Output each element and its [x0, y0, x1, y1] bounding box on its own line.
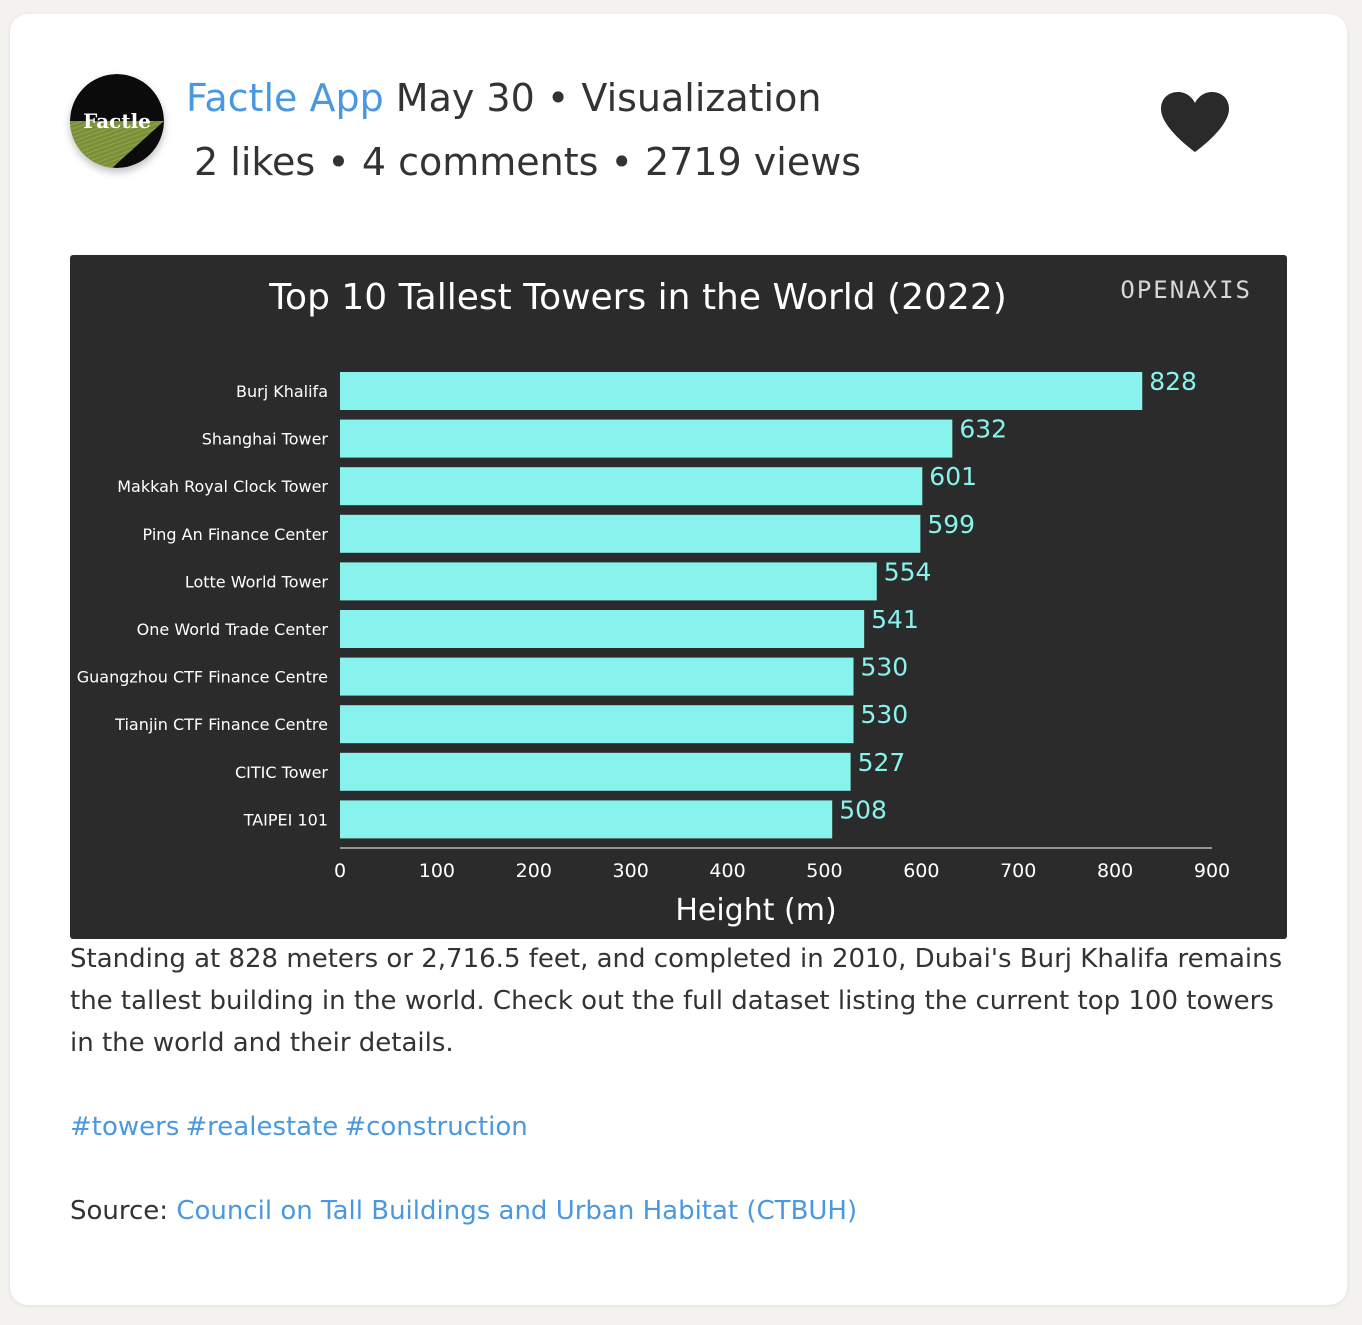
bar — [340, 610, 865, 648]
x-tick-label: 400 — [709, 860, 745, 882]
comments-count[interactable]: 4 comments — [362, 140, 599, 184]
category-label: CITIC Tower — [235, 763, 328, 782]
category-label: TAIPEI 101 — [243, 810, 328, 829]
bar — [340, 657, 854, 696]
hashtag-realestate[interactable]: #realestate — [185, 1112, 338, 1142]
source-line: Source: Council on Tall Buildings and Ur… — [70, 1190, 857, 1232]
factle-logo: Factle — [70, 74, 164, 168]
hashtag-list: #towers #realestate #construction — [70, 1106, 534, 1148]
separator: • — [610, 140, 633, 184]
data-label: 530 — [861, 653, 909, 682]
category-label: One World Trade Center — [137, 620, 329, 639]
avatar-logo-text: Factle — [83, 109, 151, 133]
x-tick-label: 500 — [806, 860, 842, 882]
source-link[interactable]: Council on Tall Buildings and Urban Habi… — [176, 1196, 857, 1226]
author-link[interactable]: Factle App — [186, 76, 384, 120]
category-label: Lotte World Tower — [185, 572, 329, 591]
hashtag-towers[interactable]: #towers — [70, 1112, 179, 1142]
x-tick-label: 600 — [903, 860, 939, 882]
separator: • — [327, 140, 350, 184]
chart-container: Top 10 Tallest Towers in the World (2022… — [70, 255, 1287, 939]
x-axis-label: Height (m) — [675, 893, 836, 928]
data-label: 527 — [858, 748, 906, 777]
x-tick-label: 900 — [1194, 860, 1230, 882]
heart-icon — [1161, 92, 1229, 152]
bar — [340, 467, 923, 506]
post-date: May 30 — [395, 76, 535, 120]
source-label: Source: — [70, 1196, 169, 1226]
category-label: Shanghai Tower — [202, 430, 329, 449]
category-label: Burj Khalifa — [236, 382, 328, 401]
category-label: Makkah Royal Clock Tower — [117, 477, 328, 496]
bar-chart: Top 10 Tallest Towers in the World (2022… — [77, 276, 1252, 928]
x-tick-label: 200 — [516, 860, 552, 882]
data-label: 508 — [839, 795, 887, 824]
x-tick-label: 800 — [1097, 860, 1133, 882]
x-tick-label: 300 — [613, 860, 649, 882]
bar — [340, 705, 854, 744]
post-card: Factle Factle App May 30 • Visualization… — [10, 14, 1347, 1305]
bar — [340, 514, 921, 553]
brand-logo: OPENAXIS — [1120, 276, 1252, 304]
likes-count: 2 likes — [194, 140, 316, 184]
category-label: Guangzhou CTF Finance Centre — [77, 668, 328, 687]
post-stats: 2 likes • 4 comments • 2719 views — [194, 140, 861, 184]
views-count: 2719 views — [645, 140, 862, 184]
data-label: 828 — [1149, 367, 1197, 396]
category-label: Ping An Finance Center — [143, 525, 329, 544]
data-label: 632 — [959, 415, 1007, 444]
post-header: Factle App May 30 • Visualization — [186, 76, 821, 120]
chart-title: Top 10 Tallest Towers in the World (2022… — [268, 277, 1007, 318]
x-tick-label: 700 — [1000, 860, 1036, 882]
bar — [340, 372, 1143, 410]
data-label: 541 — [871, 605, 919, 634]
category-label: Tianjin CTF Finance Centre — [114, 715, 328, 734]
data-label: 554 — [884, 557, 932, 586]
author-avatar[interactable]: Factle — [70, 74, 164, 168]
separator: • — [546, 76, 570, 120]
bar — [340, 419, 953, 458]
bar — [340, 800, 833, 839]
data-label: 530 — [861, 700, 909, 729]
post-category[interactable]: Visualization — [581, 76, 821, 120]
data-label: 599 — [927, 510, 975, 539]
data-label: 601 — [929, 462, 977, 491]
like-button[interactable] — [1158, 90, 1232, 154]
hashtag-construction[interactable]: #construction — [344, 1112, 527, 1142]
bar — [340, 752, 851, 791]
bar — [340, 562, 877, 601]
post-caption: Standing at 828 meters or 2,716.5 feet, … — [70, 944, 1283, 1058]
x-tick-label: 0 — [334, 860, 346, 882]
x-tick-label: 100 — [419, 860, 455, 882]
